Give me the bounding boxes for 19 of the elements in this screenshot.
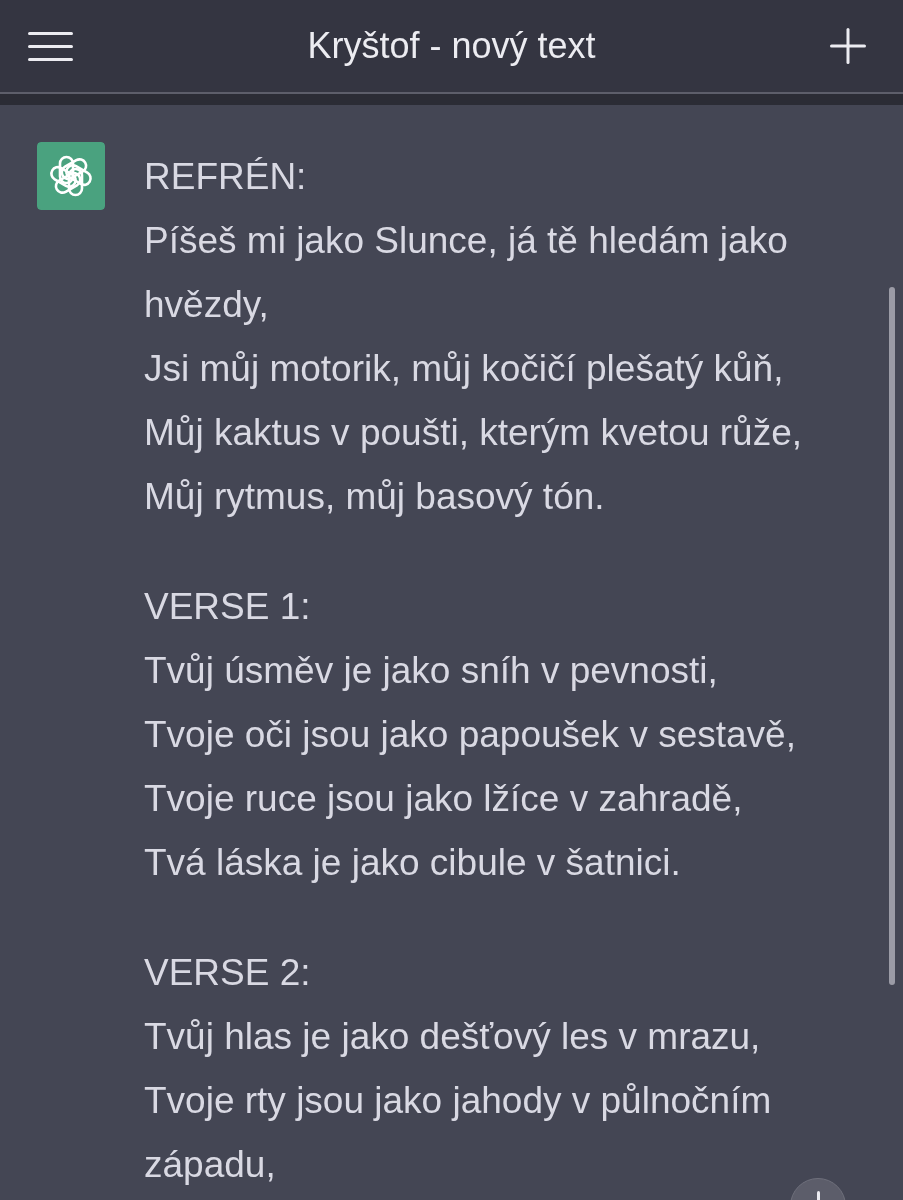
plus-icon[interactable] <box>830 28 866 64</box>
lyric-line: Tvoje oči jsou jako papoušek v sestavě, <box>144 714 796 755</box>
section-heading: VERSE 2: <box>144 952 311 993</box>
arrow-down-icon <box>816 1191 820 1200</box>
knot-logo-icon <box>37 142 105 210</box>
lyric-line: Můj kaktus v poušti, kterým kvetou růže, <box>144 412 802 453</box>
scrollbar-thumb[interactable] <box>889 287 895 985</box>
lyric-line: Píšeš mi jako Slunce, já tě hledám jako hvězdy, <box>144 220 788 325</box>
lyric-line: Tvoje rty jsou jako jahody v půlnočním západu, <box>144 1080 772 1185</box>
lyric-line: Tvá láska je jako cibule v šatnici. <box>144 842 681 883</box>
lyric-line: Můj rytmus, můj basový tón. <box>144 476 605 517</box>
menu-icon[interactable] <box>28 30 73 62</box>
section-heading: VERSE 1: <box>144 586 311 627</box>
section-heading: REFRÉN: <box>144 156 307 197</box>
chat-title: Kryštof - nový text <box>307 24 596 68</box>
lyric-line: Jsi můj motorik, můj kočičí plešatý kůň, <box>144 348 784 389</box>
lyric-line: Tvůj hlas je jako dešťový les v mrazu, <box>144 1016 761 1057</box>
lyric-line: Tvoje ruce jsou jako lžíce v zahradě, <box>144 778 743 819</box>
lyric-line: Tvůj úsměv je jako sníh v pevnosti, <box>144 650 718 691</box>
